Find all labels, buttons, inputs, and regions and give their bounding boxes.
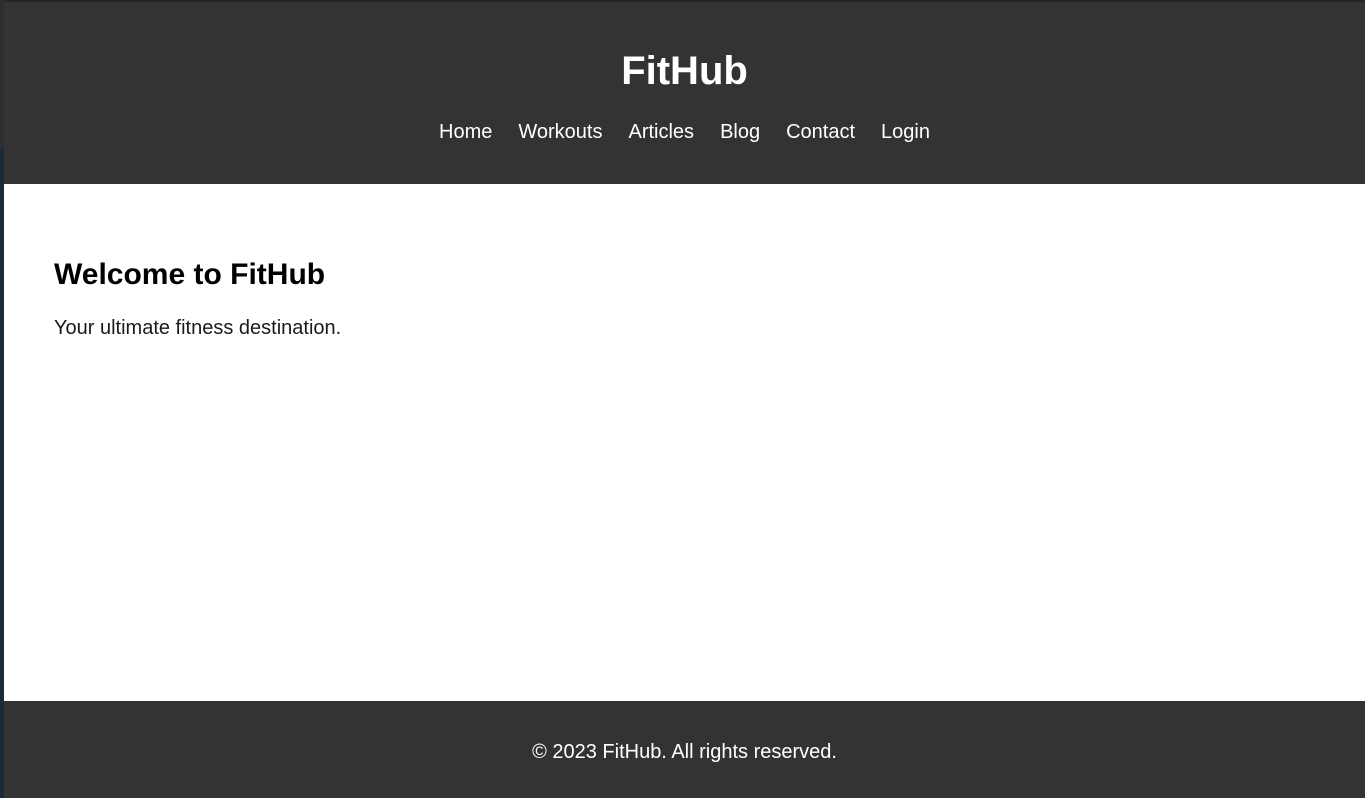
page: FitHub Home Workouts Articles Blog Contact Lo… <box>4 0 1365 798</box>
site-footer: © 2023 FitHub. All rights reserved. <box>4 701 1365 798</box>
nav-link-login[interactable]: Login <box>881 119 930 145</box>
welcome-heading: Welcome to FitHub <box>54 258 326 291</box>
site-title: FitHub <box>621 49 748 93</box>
main-nav: Home Workouts Articles Blog Contact Login <box>4 119 1365 145</box>
site-header: FitHub Home Workouts Articles Blog Contact Lo… <box>4 2 1365 184</box>
nav-link-articles[interactable]: Articles <box>628 119 694 145</box>
nav-link-home[interactable]: Home <box>439 119 492 145</box>
nav-link-blog[interactable]: Blog <box>720 119 760 145</box>
nav-link-contact[interactable]: Contact <box>786 119 855 145</box>
tagline: Your ultimate fitness destination. <box>54 317 342 339</box>
copyright-text: © 2023 FitHub. All rights reserved. <box>532 741 837 763</box>
nav-link-workouts[interactable]: Workouts <box>518 119 602 145</box>
